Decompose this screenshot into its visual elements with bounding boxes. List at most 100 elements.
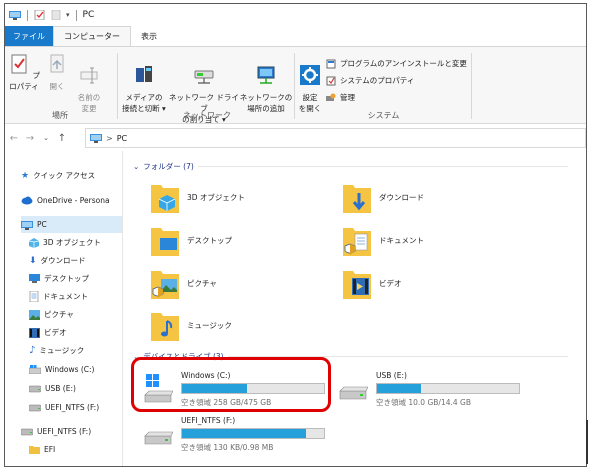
pictures-icon xyxy=(29,309,40,320)
nav-item-label: クイック アクセス xyxy=(33,171,96,180)
title-separator xyxy=(75,9,77,21)
chevron-down-icon[interactable]: ⌄ xyxy=(133,162,139,171)
media-connect-button[interactable]: メディアの 接続と切断 ▾ xyxy=(119,53,169,114)
properties-icon xyxy=(11,54,27,74)
download-icon xyxy=(343,185,371,213)
address-box[interactable]: > PC xyxy=(85,128,586,148)
ribbon-group-divider xyxy=(117,53,118,119)
nav-item-label: ドキュメント xyxy=(43,292,88,301)
download-icon: ⬇ xyxy=(29,255,37,266)
folder-documents[interactable]: ドキュメント xyxy=(343,224,424,256)
properties-quick-icon[interactable] xyxy=(34,10,46,20)
highlight-annotation xyxy=(131,357,331,412)
pc-icon xyxy=(21,220,33,230)
folder-desktop[interactable]: デスクトップ xyxy=(151,224,232,256)
drive-usage-fill xyxy=(377,384,422,393)
quick-access-dropdown-icon[interactable]: ▾ xyxy=(66,11,70,19)
back-icon[interactable]: ← xyxy=(7,133,21,144)
manage-label: 管理 xyxy=(340,93,355,102)
star-icon: ★ xyxy=(21,170,30,181)
ribbon-group-network: メディアの 接続と切断 ▾ ネットワーク ドライブ の割り当て ▾ ネットワーク… xyxy=(119,49,295,124)
desktop-icon xyxy=(29,274,40,283)
folder-downloads[interactable]: ダウンロード xyxy=(343,181,424,213)
folders-group-header[interactable]: ⌄ フォルダー (7) xyxy=(133,161,568,172)
up-icon[interactable]: ↑ xyxy=(55,133,69,144)
uninstall-icon xyxy=(326,59,336,68)
nav-item-drive-f-root[interactable]: UEFI_NTFS (F:) xyxy=(21,423,136,440)
drive-info: USB (E:) 空き領域 10.0 GB/14.4 GB xyxy=(376,371,520,408)
drive-free-space: 空き領域 130 KB/0.98 MB xyxy=(181,443,274,452)
drive-label: UEFI_NTFS (F:) xyxy=(181,416,236,425)
documents-icon xyxy=(29,291,39,302)
forward-icon[interactable]: → xyxy=(23,133,37,144)
folder-3d-objects[interactable]: 3D オブジェクト xyxy=(151,181,245,213)
folder-videos[interactable]: ビデオ xyxy=(343,267,402,299)
ribbon-group-divider xyxy=(294,53,295,119)
ribbon-group-system: 設定 を開く プログラムのアンインストールと変更 システムのプロパティ 管理 シ… xyxy=(296,49,471,123)
nav-item-label: ビデオ xyxy=(44,328,67,337)
window-edge xyxy=(586,420,588,464)
drive-free-space: 空き領域 10.0 GB/14.4 GB xyxy=(376,398,471,407)
3d-objects-icon xyxy=(151,185,179,213)
open-button[interactable]: 開く xyxy=(45,53,69,92)
system-properties-label: システムのプロパティ xyxy=(340,76,415,85)
network-location-icon xyxy=(257,66,275,84)
recent-locations-icon[interactable]: ⌄ xyxy=(39,134,53,142)
drive-usage-bar xyxy=(376,383,520,394)
network-drive-icon xyxy=(194,70,214,84)
drive-f[interactable]: UEFI_NTFS (F:) 空き領域 130 KB/0.98 MB xyxy=(143,416,325,453)
drive-usage-fill xyxy=(182,429,306,438)
pc-icon xyxy=(90,134,102,143)
uninstall-program-button[interactable]: プログラムのアンインストールと変更 xyxy=(326,57,467,70)
system-properties-button[interactable]: システムのプロパティ xyxy=(326,74,414,87)
tab-view[interactable]: 表示 xyxy=(131,26,167,46)
rename-icon xyxy=(80,67,98,84)
nav-item-quick-access[interactable]: ★ クイック アクセス xyxy=(21,167,136,184)
nav-item-label: OneDrive - Persona xyxy=(37,196,110,205)
folder-label: ダウンロード xyxy=(379,192,424,202)
folder-label: ピクチャ xyxy=(187,278,217,288)
drive-e[interactable]: USB (E:) 空き領域 10.0 GB/14.4 GB xyxy=(338,371,520,408)
folder-label: ミュージック xyxy=(187,320,232,330)
folder-label: ビデオ xyxy=(379,278,402,288)
windows-drive-icon xyxy=(29,365,41,374)
uninstall-program-label: プログラムのアンインストールと変更 xyxy=(340,59,467,68)
nav-item-label: UEFI_NTFS (F:) xyxy=(45,403,100,412)
drive-icon xyxy=(21,428,33,436)
properties-button[interactable]: プロパティ xyxy=(7,53,41,92)
new-folder-quick-icon[interactable] xyxy=(50,10,62,20)
navigation-pane: ★ クイック アクセス OneDrive - Persona PC 3D オブジ… xyxy=(5,151,122,466)
open-label: 開く xyxy=(49,82,65,91)
folder-label: 3D オブジェクト xyxy=(187,192,245,202)
add-network-location-button[interactable]: ネットワークの 場所の追加 xyxy=(239,53,293,114)
drive-label: USB (E:) xyxy=(376,371,407,380)
ribbon-group-divider xyxy=(471,53,472,119)
tab-file[interactable]: ファイル xyxy=(5,26,53,46)
ribbon-group-label: ネットワーク xyxy=(183,111,231,120)
folder-music[interactable]: ミュージック xyxy=(151,309,232,341)
usb-drive-icon xyxy=(339,386,368,400)
nav-item-onedrive[interactable]: OneDrive - Persona xyxy=(21,192,136,209)
drive-usage-bar xyxy=(181,428,325,439)
title-bar: ▾ PC xyxy=(5,4,586,26)
open-icon xyxy=(50,54,64,73)
open-settings-button[interactable]: 設定 を開く xyxy=(296,53,324,114)
rename-button[interactable]: 名前の 変更 xyxy=(73,53,105,114)
folder-icon xyxy=(29,446,40,454)
usb-drive-icon xyxy=(29,385,41,393)
folder-label: ドキュメント xyxy=(379,235,424,245)
group-header-line xyxy=(197,166,568,167)
videos-icon xyxy=(343,271,371,299)
folder-label: デスクトップ xyxy=(187,235,232,245)
ribbon-tabs: ファイル コンピューター 表示 xyxy=(5,26,586,46)
tab-computer[interactable]: コンピューター xyxy=(53,26,131,46)
system-properties-icon xyxy=(326,76,336,85)
ribbon: プロパティ 開く 名前の 変更 場所 メディアの 接続と切断 ▾ ネットワーク … xyxy=(5,46,586,124)
drive-info: UEFI_NTFS (F:) 空き領域 130 KB/0.98 MB xyxy=(181,416,325,453)
manage-button[interactable]: 管理 xyxy=(326,91,355,104)
breadcrumb-pc[interactable]: PC xyxy=(117,134,127,143)
title-separator xyxy=(27,9,28,21)
folder-pictures[interactable]: ピクチャ xyxy=(151,267,217,299)
nav-item-label: PC xyxy=(37,220,47,229)
nav-item-pc[interactable]: PC xyxy=(21,216,122,233)
